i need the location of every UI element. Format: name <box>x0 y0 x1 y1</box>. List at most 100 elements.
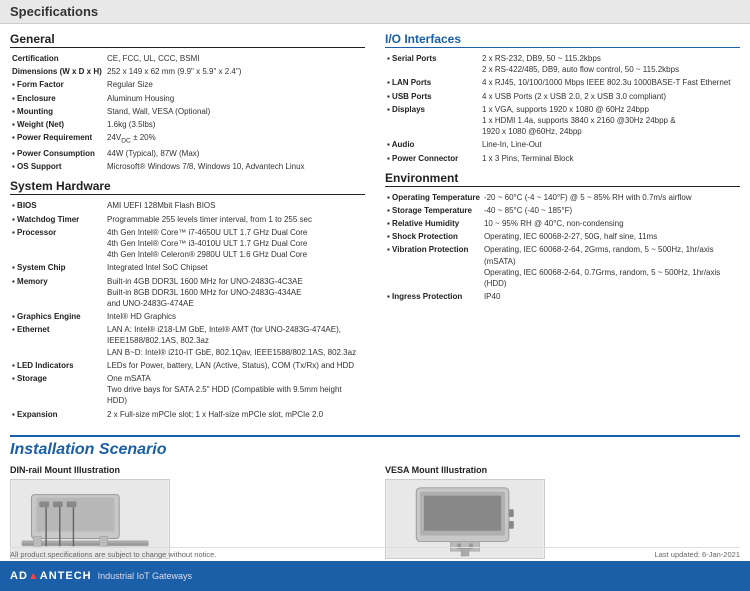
displays-label: ▪ Displays <box>385 103 480 139</box>
table-row: ▪ Operating Temperature -20 ~ 60°C (-4 ~… <box>385 191 740 204</box>
footer-subtitle: Industrial IoT Gateways <box>98 571 192 581</box>
din-rail-block: DIN-rail Mount Illustration <box>10 465 365 559</box>
audio-value: Line-In, Line-Out <box>480 138 740 151</box>
installation-images: DIN-rail Mount Illustration <box>10 465 740 559</box>
weight-value: 1.6kg (3.5lbs) <box>105 118 365 131</box>
op-temp-label: ▪ Operating Temperature <box>385 191 482 204</box>
ethernet-label: ▪ Ethernet <box>10 323 105 359</box>
form-label: ▪ Form Factor <box>10 78 105 91</box>
din-rail-title: DIN-rail Mount Illustration <box>10 465 365 475</box>
displays-value: 1 x VGA, supports 1920 x 1080 @ 60Hz 24b… <box>480 103 740 139</box>
table-row: ▪ BIOS AMI UEFI 128Mbit Flash BIOS <box>10 199 365 212</box>
table-row: ▪ Vibration Protection Operating, IEC 60… <box>385 243 740 290</box>
storage-temp-value: -40 ~ 85°C (-40 ~ 185°F) <box>482 204 740 217</box>
mounting-label: ▪ Mounting <box>10 105 105 118</box>
table-row: ▪ Storage One mSATA Two drive bays for S… <box>10 372 365 408</box>
watchdog-value: Programmable 255 levels timer interval, … <box>105 213 365 226</box>
general-section: General Certification CE, FCC, UL, CCC, … <box>10 32 365 173</box>
serial-ports-label: ▪ Serial Ports <box>385 52 480 76</box>
table-row: ▪ Watchdog Timer Programmable 255 levels… <box>10 213 365 226</box>
led-label: ▪ LED Indicators <box>10 359 105 372</box>
power-req-value: 24VDC ± 20% <box>105 131 365 147</box>
table-row: ▪ Power Connector 1 x 3 Pins, Terminal B… <box>385 152 740 165</box>
table-row: ▪ Memory Built-in 4GB DDR3L 1600 MHz for… <box>10 275 365 311</box>
system-hardware-section: System Hardware ▪ BIOS AMI UEFI 128Mbit … <box>10 179 365 420</box>
table-row: ▪ Graphics Engine Intel® HD Graphics <box>10 310 365 323</box>
usb-ports-label: ▪ USB Ports <box>385 90 480 103</box>
table-row: ▪ Power Requirement 24VDC ± 20% <box>10 131 365 147</box>
table-row: ▪ USB Ports 4 x USB Ports (2 x USB 2.0, … <box>385 90 740 103</box>
power-cons-label: ▪ Power Consumption <box>10 147 105 160</box>
table-row: ▪ Processor 4th Gen Intel® Core™ i7-4650… <box>10 226 365 262</box>
ethernet-value: LAN A: Intel® i218-LM GbE, Intel® AMT (f… <box>105 323 365 359</box>
storage-label: ▪ Storage <box>10 372 105 408</box>
memory-value: Built-in 4GB DDR3L 1600 MHz for UNO-2483… <box>105 275 365 311</box>
table-row: ▪ Form Factor Regular Size <box>10 78 365 91</box>
table-row: ▪ Ethernet LAN A: Intel® i218-LM GbE, In… <box>10 323 365 359</box>
dimensions-value: 252 x 149 x 62 mm (9.9" x 5.9" x 2.4") <box>105 65 365 78</box>
installation-heading: Installation Scenario <box>10 435 740 459</box>
table-row: ▪ Audio Line-In, Line-Out <box>385 138 740 151</box>
ingress-value: IP40 <box>482 290 740 303</box>
ingress-label: ▪ Ingress Protection <box>385 290 482 303</box>
storage-value: One mSATA Two drive bays for SATA 2.5" H… <box>105 372 365 408</box>
enclosure-label: ▪ Enclosure <box>10 92 105 105</box>
storage-temp-label: ▪ Storage Temperature <box>385 204 482 217</box>
footer: AD▲ANTECH Industrial IoT Gateways <box>0 561 750 591</box>
power-connector-value: 1 x 3 Pins, Terminal Block <box>480 152 740 165</box>
footer-note-left: All product specifications are subject t… <box>10 550 216 559</box>
led-value: LEDs for Power, battery, LAN (Active, St… <box>105 359 365 372</box>
weight-label: ▪ Weight (Net) <box>10 118 105 131</box>
os-value: Microsoft® Windows 7/8, Windows 10, Adva… <box>105 160 365 173</box>
shock-value: Operating, IEC 60068-2-27, 50G, half sin… <box>482 230 740 243</box>
lan-ports-label: ▪ LAN Ports <box>385 76 480 89</box>
table-row: ▪ Relative Humidity 10 ~ 95% RH @ 40°C, … <box>385 217 740 230</box>
io-interfaces-heading: I/O Interfaces <box>385 32 740 48</box>
table-row: ▪ Power Consumption 44W (Typical), 87W (… <box>10 147 365 160</box>
expansion-value: 2 x Full-size mPCIe slot; 1 x Half-size … <box>105 408 365 421</box>
dimensions-label: Dimensions (W x D x H) <box>10 65 105 78</box>
table-row: ▪ Serial Ports 2 x RS-232, DB9, 50 ~ 115… <box>385 52 740 76</box>
table-row: ▪ OS Support Microsoft® Windows 7/8, Win… <box>10 160 365 173</box>
table-row: ▪ Storage Temperature -40 ~ 85°C (-40 ~ … <box>385 204 740 217</box>
os-label: ▪ OS Support <box>10 160 105 173</box>
power-connector-label: ▪ Power Connector <box>385 152 480 165</box>
audio-label: ▪ Audio <box>385 138 480 151</box>
bios-value: AMI UEFI 128Mbit Flash BIOS <box>105 199 365 212</box>
watchdog-label: ▪ Watchdog Timer <box>10 213 105 226</box>
io-interfaces-section: I/O Interfaces ▪ Serial Ports 2 x RS-232… <box>385 32 740 165</box>
graphics-value: Intel® HD Graphics <box>105 310 365 323</box>
vibration-value: Operating, IEC 60068-2-64, 2Grms, random… <box>482 243 740 290</box>
shock-label: ▪ Shock Protection <box>385 230 482 243</box>
io-table: ▪ Serial Ports 2 x RS-232, DB9, 50 ~ 115… <box>385 52 740 165</box>
processor-value: 4th Gen Intel® Core™ i7-4650U ULT 1.7 GH… <box>105 226 365 262</box>
enclosure-value: Aluminum Housing <box>105 92 365 105</box>
system-chip-value: Integrated Intel SoC Chipset <box>105 261 365 274</box>
table-row: ▪ Mounting Stand, Wall, VESA (Optional) <box>10 105 365 118</box>
usb-ports-value: 4 x USB Ports (2 x USB 2.0, 2 x USB 3.0 … <box>480 90 740 103</box>
system-hardware-table: ▪ BIOS AMI UEFI 128Mbit Flash BIOS ▪ Wat… <box>10 199 365 420</box>
vesa-block: VESA Mount Illustration <box>385 465 740 559</box>
installation-section: Installation Scenario DIN-rail Mount Ill… <box>0 429 750 559</box>
table-row: ▪ Shock Protection Operating, IEC 60068-… <box>385 230 740 243</box>
form-value: Regular Size <box>105 78 365 91</box>
serial-ports-value: 2 x RS-232, DB9, 50 ~ 115.2kbps 2 x RS-4… <box>480 52 740 76</box>
cert-value: CE, FCC, UL, CCC, BSMI <box>105 52 365 65</box>
vesa-title: VESA Mount Illustration <box>385 465 740 475</box>
env-table: ▪ Operating Temperature -20 ~ 60°C (-4 ~… <box>385 191 740 304</box>
mounting-value: Stand, Wall, VESA (Optional) <box>105 105 365 118</box>
left-column: General Certification CE, FCC, UL, CCC, … <box>10 32 365 421</box>
table-row: ▪ Expansion 2 x Full-size mPCIe slot; 1 … <box>10 408 365 421</box>
table-row: ▪ LED Indicators LEDs for Power, battery… <box>10 359 365 372</box>
environment-section: Environment ▪ Operating Temperature -20 … <box>385 171 740 304</box>
table-row: ▪ Enclosure Aluminum Housing <box>10 92 365 105</box>
graphics-label: ▪ Graphics Engine <box>10 310 105 323</box>
environment-heading: Environment <box>385 171 740 187</box>
cert-label: Certification <box>10 52 105 65</box>
page-title: Specifications <box>0 0 750 24</box>
table-row: Certification CE, FCC, UL, CCC, BSMI <box>10 52 365 65</box>
footer-note-bar: All product specifications are subject t… <box>10 547 740 559</box>
lan-ports-value: 4 x RJ45, 10/100/1000 Mbps IEEE 802.3u 1… <box>480 76 740 89</box>
table-row: ▪ Weight (Net) 1.6kg (3.5lbs) <box>10 118 365 131</box>
memory-label: ▪ Memory <box>10 275 105 311</box>
